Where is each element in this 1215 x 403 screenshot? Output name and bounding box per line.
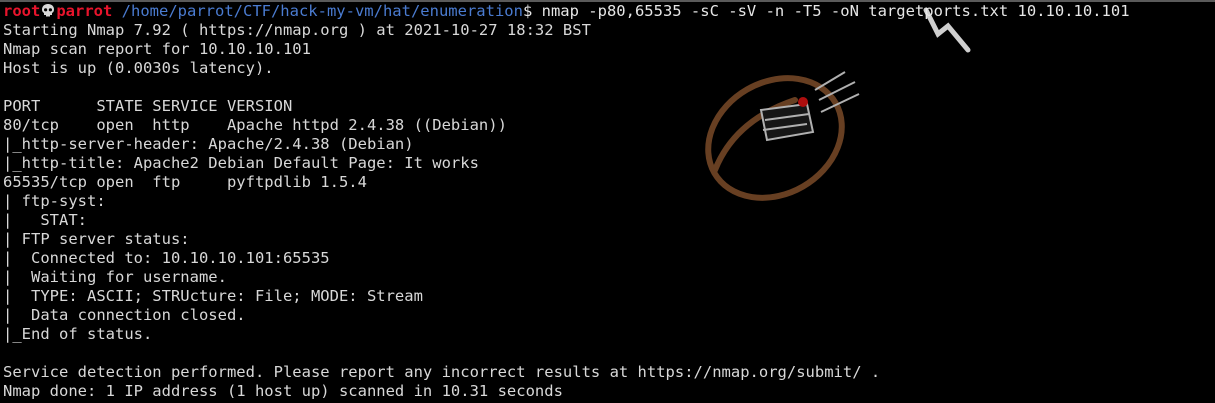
output-line-connected: | Connected to: 10.10.10.101:65535: [3, 249, 330, 267]
output-line-service-detection: Service detection performed. Please repo…: [3, 363, 881, 381]
output-blank-line: [3, 78, 1130, 97]
output-line-http-header: |_http-server-header: Apache/2.4.38 (Deb…: [3, 135, 414, 153]
prompt-path: /home/parrot/CTF/hack-my-vm/hat/enumerat…: [121, 2, 523, 20]
output-line-ftp-status: | FTP server status:: [3, 230, 190, 248]
output-line-data-closed: | Data connection closed.: [3, 306, 246, 324]
output-blank-line: [3, 344, 1130, 363]
output-line-host-up: Host is up (0.0030s latency).: [3, 59, 274, 77]
output-line-done: Nmap done: 1 IP address (1 host up) scan…: [3, 382, 563, 400]
command-text: nmap -p80,65535 -sC -sV -n -T5 -oN targe…: [532, 2, 1130, 20]
output-line-report: Nmap scan report for 10.10.10.101: [3, 40, 311, 58]
output-line-header: PORT STATE SERVICE VERSION: [3, 97, 293, 115]
output-line-ftp-syst: | ftp-syst:: [3, 192, 115, 210]
prompt-user: root: [3, 2, 41, 20]
terminal-window[interactable]: root parrot /home/parrot/CTF/hack-my-vm/h…: [0, 0, 1215, 403]
output-line-type: | TYPE: ASCII; STRUcture: File; MODE: St…: [3, 287, 423, 305]
terminal-output[interactable]: root parrot /home/parrot/CTF/hack-my-vm/h…: [3, 2, 1130, 401]
output-line-start: Starting Nmap 7.92 ( https://nmap.org ) …: [3, 21, 591, 39]
prompt-host: parrot: [56, 2, 113, 20]
output-line-port-65535: 65535/tcp open ftp pyftpdlib 1.5.4: [3, 173, 367, 191]
prompt-line: root parrot /home/parrot/CTF/hack-my-vm/h…: [3, 2, 1130, 21]
output-line-end-status: |_End of status.: [3, 325, 153, 343]
output-line-port-80: 80/tcp open http Apache httpd 2.4.38 ((D…: [3, 116, 507, 134]
prompt-symbol: $: [522, 2, 533, 20]
output-line-stat: | STAT:: [3, 211, 97, 229]
output-line-waiting: | Waiting for username.: [3, 268, 227, 286]
output-line-http-title: |_http-title: Apache2 Debian Default Pag…: [3, 154, 479, 172]
skull-icon: [42, 4, 55, 17]
